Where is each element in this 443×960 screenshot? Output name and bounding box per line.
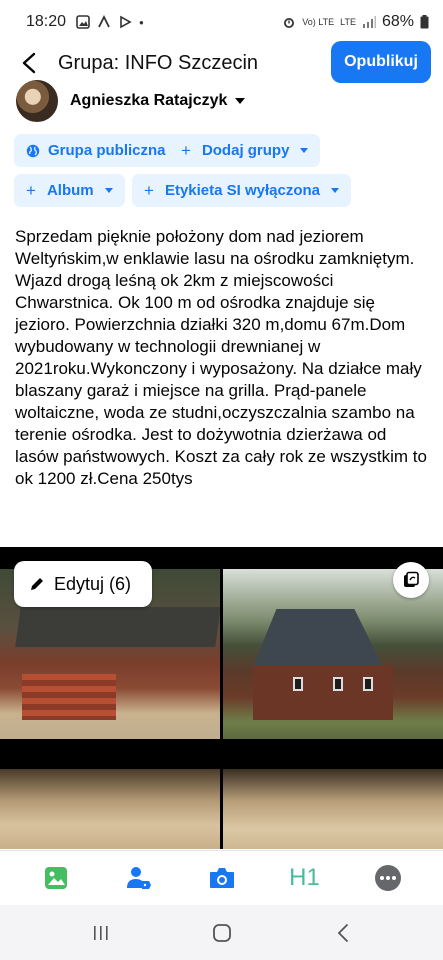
audience-chip[interactable]: Grupa publiczna [14,134,178,167]
globe-icon [26,144,40,157]
photo-2-window [363,677,373,691]
status-time: 18:20 [26,13,67,30]
add-groups-label: Dodaj grupy [201,142,290,159]
chevron-down-icon[interactable] [235,98,246,104]
photo-4[interactable] [223,769,443,849]
gallery-notification-icon [76,15,90,29]
more-options-button[interactable] [368,858,408,898]
heading-button[interactable]: H1 [285,858,325,898]
album-label: Album [46,182,94,199]
lte-label: LTE [340,16,356,27]
chevron-down-icon [331,188,340,193]
author-name[interactable]: Agnieszka Ratajczyk [70,92,227,110]
swap-photos-button[interactable] [393,562,429,598]
pencil-icon [31,578,43,590]
post-text-input[interactable]: Sprzedam pięknie położony dom nad jezior… [15,226,433,490]
plus-icon: + [181,140,191,160]
plus-icon: + [144,180,154,200]
photo-2-window [293,677,303,691]
composer-toolbar: H1 [0,850,443,905]
edit-photos-label: Edytuj (6) [54,573,132,594]
tag-people-button[interactable] [119,858,159,898]
alarm-icon [284,18,295,28]
avatar [14,78,60,124]
home-icon [212,923,231,942]
swap-icon [404,571,419,587]
photo-2-wall [253,665,393,720]
ai-label-chip[interactable]: + Etykieta SI wyłączona [132,174,352,207]
add-groups-chip[interactable]: + Dodaj grupy [169,134,321,167]
recent-apps-button[interactable] [81,913,121,953]
more-icon [374,865,401,891]
system-back-icon [337,923,348,942]
recent-apps-icon [93,925,108,940]
status-right: Vo) LTE LTE 68% [282,13,429,31]
photo-grid: Edytuj (6) [0,547,443,849]
h1-label: H1 [289,864,320,891]
home-button[interactable] [202,913,242,953]
author-row: Agnieszka Ratajczyk [14,78,246,124]
back-button[interactable] [16,49,44,77]
battery-icon [420,15,429,29]
chevron-down-icon [104,188,113,193]
photo-2-roof [253,609,383,667]
signal-icon [362,16,376,28]
more-notifications-dot: ● [139,17,144,27]
back-arrow-icon [22,52,36,74]
system-nav-bar [0,905,443,960]
status-bar: 18:20 ● Vo) LTE LTE 68% [0,0,443,44]
album-chip[interactable]: + Album [14,174,125,207]
network-label-bottom: LTE [340,16,356,27]
page-title: Grupa: INFO Szczecin [58,51,259,74]
network-label-top: Vo) LTE [302,16,335,27]
camera-icon [209,868,234,888]
network-labels: Vo) LTE [302,16,335,27]
ai-label-text: Etykieta SI wyłączona [164,182,321,199]
notification-icons: ● [76,15,144,29]
tag-people-icon [126,867,151,889]
app-notification-icon [98,15,110,28]
camera-button[interactable] [202,858,242,898]
photo-icon [44,867,67,889]
play-notification-icon [120,15,132,29]
photo-2-window [333,677,343,691]
chevron-down-icon [300,148,309,153]
add-photo-button[interactable] [36,858,76,898]
system-back-button[interactable] [323,913,363,953]
edit-photos-button[interactable]: Edytuj (6) [14,561,152,607]
photo-1-fence [22,674,116,720]
audience-label: Grupa publiczna [48,142,166,159]
photo-3[interactable] [0,769,220,849]
photo-1-roof [15,607,220,647]
battery-percent: 68% [381,13,414,30]
plus-icon: + [26,180,36,200]
publish-button[interactable]: Opublikuj [331,41,431,83]
